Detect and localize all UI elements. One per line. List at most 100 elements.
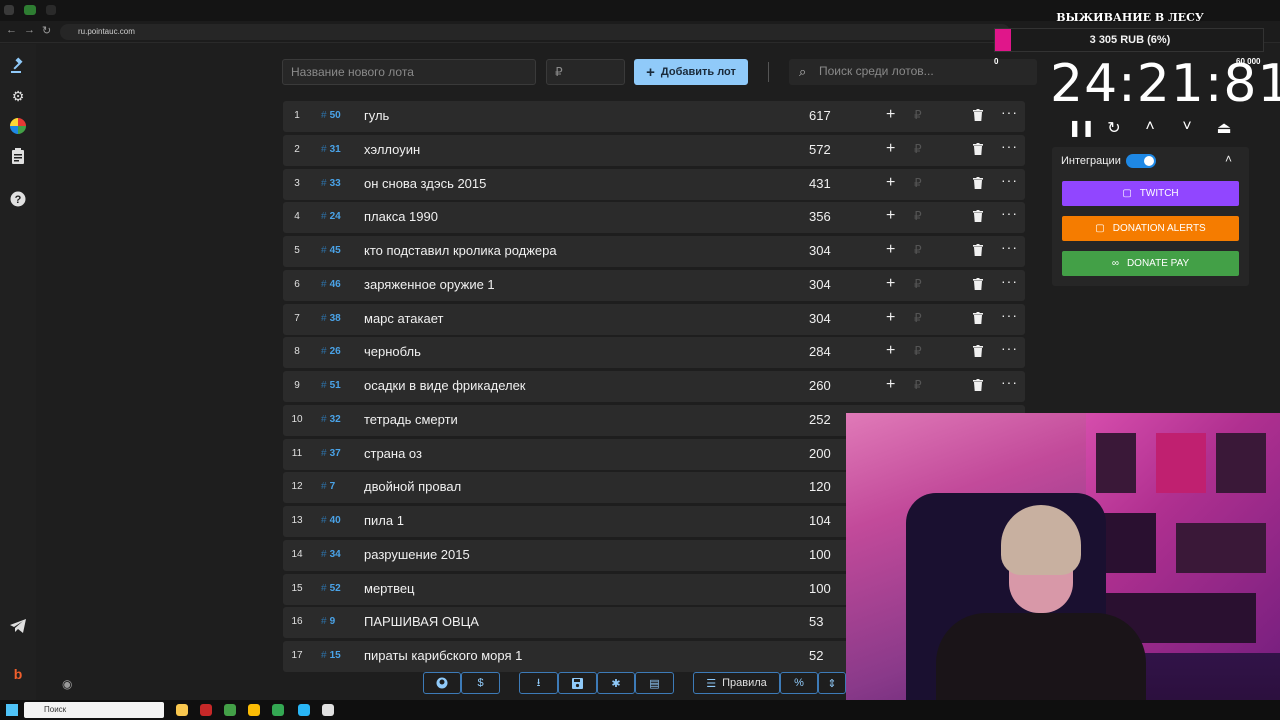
lot-name-input[interactable]: Название нового лота (282, 59, 536, 85)
add-amount-icon[interactable]: + (886, 140, 895, 158)
back-icon[interactable]: ← (6, 24, 17, 36)
obs-icon[interactable] (322, 704, 334, 716)
more-options-icon[interactable]: ··· (1001, 273, 1018, 289)
add-amount-icon[interactable]: + (886, 309, 895, 327)
lot-amount-input[interactable]: ₽ (546, 59, 625, 85)
eye-icon[interactable]: ◉ (62, 677, 72, 691)
lot-name[interactable]: марс атакает (364, 311, 443, 326)
file-explorer-icon[interactable] (176, 704, 188, 716)
url-field[interactable]: ru.pointauc.com (60, 24, 1010, 40)
windows-start-icon[interactable] (6, 704, 18, 716)
ruble-icon[interactable]: ₽ (914, 277, 922, 291)
add-amount-icon[interactable]: + (886, 376, 895, 394)
lot-name[interactable]: пила 1 (364, 513, 404, 528)
rules-button[interactable]: ☰ Правила (693, 672, 780, 694)
percent-button[interactable]: % (780, 672, 818, 694)
trash-icon[interactable] (973, 379, 983, 391)
lot-fast-id[interactable]: #37 (321, 448, 341, 459)
more-options-icon[interactable]: ··· (1001, 340, 1018, 356)
lot-fast-id[interactable]: #51 (321, 380, 341, 391)
donation-alerts-button[interactable]: ▢ DONATION ALERTS (1062, 216, 1239, 241)
more-options-icon[interactable]: ··· (1001, 374, 1018, 390)
expand-button[interactable]: ⇕ (818, 672, 846, 694)
trash-icon[interactable] (973, 277, 983, 290)
gear-icon[interactable]: ⚙ (6, 84, 30, 108)
chevron-up-icon[interactable]: ˄ (1141, 118, 1159, 136)
lot-row[interactable]: 1 #50 гуль 617 + ₽ ··· (283, 101, 1025, 132)
lot-fast-id[interactable]: #34 (321, 549, 341, 560)
lot-fast-id[interactable]: #32 (321, 414, 341, 425)
github-button[interactable] (423, 672, 461, 694)
reload-icon[interactable]: ↻ (42, 24, 51, 37)
donatepay-button[interactable]: ∞ DONATE PAY (1062, 251, 1239, 276)
new-tab-icon[interactable] (46, 5, 56, 15)
trash-icon[interactable] (973, 176, 983, 189)
ruble-icon[interactable]: ₽ (914, 176, 922, 190)
ruble-icon[interactable]: ₽ (914, 243, 922, 257)
lot-fast-id[interactable]: #50 (321, 110, 341, 121)
save-button[interactable] (558, 672, 597, 694)
lot-fast-id[interactable]: #33 (321, 178, 341, 189)
browser-tab[interactable] (24, 5, 36, 15)
clear-all-button[interactable]: ▤ (635, 672, 674, 694)
forward-icon[interactable]: → (24, 24, 35, 36)
add-amount-icon[interactable]: + (886, 275, 895, 293)
more-options-icon[interactable]: ··· (1001, 205, 1018, 221)
lot-row[interactable]: 3 #33 он снова здэсь 2015 431 + ₽ ··· (283, 168, 1025, 200)
more-options-icon[interactable]: ··· (1001, 239, 1018, 255)
trash-icon[interactable] (973, 311, 983, 324)
ruble-icon[interactable]: ₽ (914, 142, 922, 156)
lot-row[interactable]: 9 #51 осадки в виде фрикаделек 260 + ₽ ··· (283, 371, 1025, 402)
lot-name[interactable]: страна оз (364, 446, 422, 461)
add-amount-icon[interactable]: + (886, 342, 895, 360)
trash-icon[interactable] (973, 109, 983, 121)
lot-row[interactable]: 2 #31 хэллоуин 572 + ₽ ··· (283, 134, 1025, 166)
trash-icon[interactable] (973, 244, 983, 256)
minecraft-icon[interactable] (224, 704, 236, 716)
lot-name[interactable]: двойной провал (364, 479, 461, 494)
add-amount-icon[interactable]: + (886, 106, 895, 124)
opera-icon[interactable] (200, 704, 212, 716)
lot-fast-id[interactable]: #38 (321, 313, 341, 324)
download-button[interactable]: ⭳ (519, 672, 558, 694)
add-lot-button[interactable]: + Добавить лот (634, 59, 748, 85)
pause-icon[interactable]: ❚❚ (1068, 118, 1095, 137)
reset-icon[interactable]: ↻ (1105, 118, 1123, 137)
lot-name[interactable]: тетрадь смерти (364, 412, 458, 427)
lot-name[interactable]: пираты карибского моря 1 (364, 648, 522, 663)
tab-menu-icon[interactable] (4, 5, 14, 15)
search-input[interactable]: ⌕ Поиск среди лотов... (789, 59, 1037, 85)
lot-name[interactable]: чернобль (364, 344, 421, 359)
trash-icon[interactable] (973, 345, 983, 358)
auction-hammer-icon[interactable] (6, 54, 30, 78)
trash-icon[interactable] (973, 210, 983, 223)
lot-name[interactable]: осадки в виде фрикаделек (364, 378, 526, 393)
lot-name[interactable]: ПАРШИВАЯ ОВЦА (364, 614, 479, 629)
lot-name[interactable]: он снова здэсь 2015 (364, 176, 486, 191)
donate-dollar-button[interactable]: $ (461, 672, 500, 694)
chrome-icon[interactable] (248, 704, 260, 716)
boosty-icon[interactable]: b (6, 662, 30, 686)
lot-name[interactable]: заряженное оружие 1 (364, 277, 495, 292)
integrations-toggle[interactable] (1126, 154, 1156, 168)
lot-name[interactable]: мертвец (364, 581, 415, 596)
more-options-icon[interactable]: ··· (1001, 138, 1018, 154)
lot-name[interactable]: гуль (364, 108, 389, 123)
lot-fast-id[interactable]: #26 (321, 346, 341, 357)
bug-report-button[interactable]: ✱ (597, 672, 635, 694)
lot-fast-id[interactable]: #9 (321, 616, 335, 627)
telegram-icon[interactable] (6, 614, 30, 638)
lot-row[interactable]: 5 #45 кто подставил кролика роджера 304 + ₽ ··… (283, 236, 1025, 267)
lot-row[interactable]: 8 #26 чернобль 284 + ₽ ··· (283, 337, 1025, 369)
add-amount-icon[interactable]: + (886, 207, 895, 225)
help-icon[interactable]: ? (6, 187, 30, 211)
more-options-icon[interactable]: ··· (1001, 172, 1018, 188)
lot-name[interactable]: хэллоуин (364, 142, 420, 157)
add-amount-icon[interactable]: + (886, 174, 895, 192)
twitch-button[interactable]: ▢ TWITCH (1062, 181, 1239, 206)
lot-row[interactable]: 4 #24 плакса 1990 356 + ₽ ··· (283, 202, 1025, 234)
lot-fast-id[interactable]: #40 (321, 515, 341, 526)
more-options-icon[interactable]: ··· (1001, 307, 1018, 323)
lot-name[interactable]: кто подставил кролика роджера (364, 243, 557, 258)
ruble-icon[interactable]: ₽ (914, 378, 922, 392)
